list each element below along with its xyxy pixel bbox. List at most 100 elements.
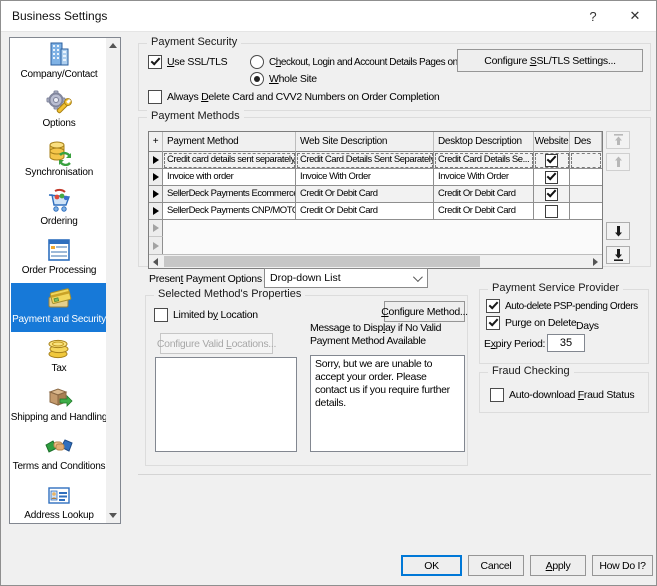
- fraud-checking-group: Fraud Checking Auto-download Fraud Statu…: [479, 372, 649, 413]
- website-cell[interactable]: [534, 169, 570, 186]
- desktop-description-cell[interactable]: Credit Or Debit Card: [434, 186, 534, 203]
- website-cell[interactable]: [534, 186, 570, 203]
- configure-ssl-button[interactable]: Configure SSL/TLS Settings...: [457, 49, 643, 72]
- row-selector[interactable]: [149, 220, 163, 237]
- empty-cell: [163, 237, 602, 254]
- row-selector[interactable]: [149, 203, 163, 220]
- radio-circle[interactable]: [250, 72, 264, 86]
- checkout-pages-radio[interactable]: Checkout, Login and Account Details Page…: [250, 55, 464, 69]
- des-cell[interactable]: [570, 203, 602, 220]
- table-row[interactable]: SellerDeck Payments Ecommerce Credit Or …: [149, 186, 602, 203]
- website-checkbox[interactable]: [545, 205, 558, 218]
- column-header[interactable]: Des: [570, 132, 602, 152]
- sidebar-item-options[interactable]: Options: [11, 87, 107, 136]
- des-cell[interactable]: [570, 169, 602, 186]
- configure-method-button[interactable]: Configure Method...: [384, 301, 465, 322]
- web-site-description-cell[interactable]: Invoice With Order: [296, 169, 434, 186]
- website-checkbox[interactable]: [545, 171, 558, 184]
- column-header[interactable]: Payment Method: [163, 132, 296, 152]
- use-ssl-checkbox[interactable]: Use SSL/TLS: [148, 55, 227, 69]
- arrow-to-top-icon: [613, 134, 624, 146]
- coins-icon: [45, 334, 73, 362]
- checkbox-box[interactable]: [486, 316, 500, 330]
- website-checkbox[interactable]: [545, 154, 558, 167]
- sidebar-item-label: Terms and Conditions: [13, 461, 106, 472]
- radio-circle[interactable]: [250, 55, 264, 69]
- row-selector[interactable]: [149, 169, 163, 186]
- close-icon[interactable]: ✕: [614, 1, 656, 31]
- sidebar-item-payment-and-security[interactable]: Payment and Security: [11, 283, 107, 332]
- web-site-description-cell[interactable]: Credit Or Debit Card: [296, 186, 434, 203]
- id-card-icon: [45, 481, 73, 509]
- limited-by-location-checkbox[interactable]: Limited by Location: [154, 308, 258, 322]
- table-row[interactable]: Credit card details sent separately Cred…: [149, 152, 602, 169]
- building-icon: [45, 40, 73, 68]
- move-down-button[interactable]: [606, 222, 630, 240]
- sidebar-item-order-processing[interactable]: Order Processing: [11, 234, 107, 283]
- row-selector[interactable]: [149, 237, 163, 254]
- auto-delete-psp-checkbox[interactable]: Auto-delete PSP-pending Orders: [486, 299, 638, 313]
- des-cell[interactable]: [570, 186, 602, 203]
- help-icon[interactable]: ?: [572, 1, 614, 31]
- sidebar-item-synchronisation[interactable]: Synchronisation: [11, 136, 107, 185]
- move-to-bottom-button[interactable]: [606, 246, 630, 264]
- table-row[interactable]: Invoice with order Invoice With Order In…: [149, 169, 602, 186]
- empty-cell: [163, 220, 602, 237]
- present-options-dropdown[interactable]: Drop-down List: [264, 268, 428, 288]
- sidebar-item-tax[interactable]: Tax: [11, 332, 107, 381]
- cancel-button[interactable]: Cancel: [468, 555, 524, 576]
- website-cell[interactable]: [534, 203, 570, 220]
- scrollbar-thumb[interactable]: [164, 256, 480, 267]
- website-checkbox[interactable]: [545, 188, 558, 201]
- desktop-description-cell[interactable]: Invoice With Order: [434, 169, 534, 186]
- desktop-description-cell[interactable]: Credit Or Debit Card: [434, 203, 534, 220]
- column-header[interactable]: Desktop Description: [434, 132, 534, 152]
- checkbox-box[interactable]: [148, 90, 162, 104]
- table-horizontal-scrollbar[interactable]: [149, 254, 602, 268]
- website-cell[interactable]: [534, 152, 570, 169]
- scroll-up-icon[interactable]: [106, 38, 120, 53]
- sidebar-item-terms-and-conditions[interactable]: Terms and Conditions: [11, 430, 107, 479]
- scroll-down-icon[interactable]: [106, 508, 120, 523]
- checkbox-box[interactable]: [148, 55, 162, 69]
- auto-download-fraud-checkbox[interactable]: Auto-download Fraud Status: [490, 388, 634, 402]
- sidebar-item-shipping-and-handling[interactable]: Shipping and Handling: [11, 381, 107, 430]
- sidebar-scrollbar[interactable]: [106, 38, 120, 523]
- checkbox-label: Limited by Location: [173, 309, 258, 321]
- column-header[interactable]: Website: [534, 132, 570, 152]
- move-to-top-button[interactable]: [606, 131, 630, 149]
- purge-on-delete-checkbox[interactable]: Purge on Delete: [486, 316, 576, 330]
- sidebar-item-address-lookup[interactable]: Address Lookup: [11, 479, 107, 528]
- desktop-description-cell[interactable]: Credit Card Details Se...: [434, 152, 534, 169]
- row-selector[interactable]: [149, 152, 163, 169]
- apply-button[interactable]: Apply: [530, 555, 586, 576]
- des-cell[interactable]: [570, 152, 602, 169]
- checkbox-box[interactable]: [486, 299, 500, 313]
- payment-method-cell[interactable]: SellerDeck Payments Ecommerce: [163, 186, 296, 203]
- how-do-i-button[interactable]: How Do I?: [592, 555, 653, 576]
- payment-method-cell[interactable]: SellerDeck Payments CNP/MOTO: [163, 203, 296, 220]
- sidebar-item-company-contact[interactable]: Company/Contact: [11, 38, 107, 87]
- sidebar-item-ordering[interactable]: Ordering: [11, 185, 107, 234]
- always-delete-checkbox[interactable]: Always Delete Card and CVV2 Numbers on O…: [148, 90, 439, 104]
- checkbox-box[interactable]: [154, 308, 168, 322]
- no-valid-payment-message-textarea[interactable]: Sorry, but we are unable to accept your …: [310, 355, 465, 452]
- scroll-left-icon[interactable]: [149, 255, 162, 268]
- whole-site-radio[interactable]: Whole Site: [250, 72, 317, 86]
- scroll-right-icon[interactable]: [589, 255, 602, 268]
- web-site-description-cell[interactable]: Credit Or Debit Card: [296, 203, 434, 220]
- valid-locations-listbox[interactable]: [155, 357, 297, 452]
- move-up-button[interactable]: [606, 153, 630, 171]
- expiry-period-input[interactable]: 35: [547, 334, 585, 352]
- payment-method-cell[interactable]: Credit card details sent separately: [163, 152, 296, 169]
- scrollbar-track[interactable]: [162, 255, 589, 268]
- column-header[interactable]: Web Site Description: [296, 132, 434, 152]
- table-row[interactable]: SellerDeck Payments CNP/MOTO Credit Or D…: [149, 203, 602, 220]
- checkbox-box[interactable]: [490, 388, 504, 402]
- row-selector[interactable]: [149, 186, 163, 203]
- payment-method-cell[interactable]: Invoice with order: [163, 169, 296, 186]
- ok-button[interactable]: OK: [401, 555, 462, 576]
- configure-valid-locations-button[interactable]: Configure Valid Locations...: [160, 333, 273, 354]
- table-header-row: + Payment Method Web Site Description De…: [149, 132, 602, 152]
- web-site-description-cell[interactable]: Credit Card Details Sent Separately: [296, 152, 434, 169]
